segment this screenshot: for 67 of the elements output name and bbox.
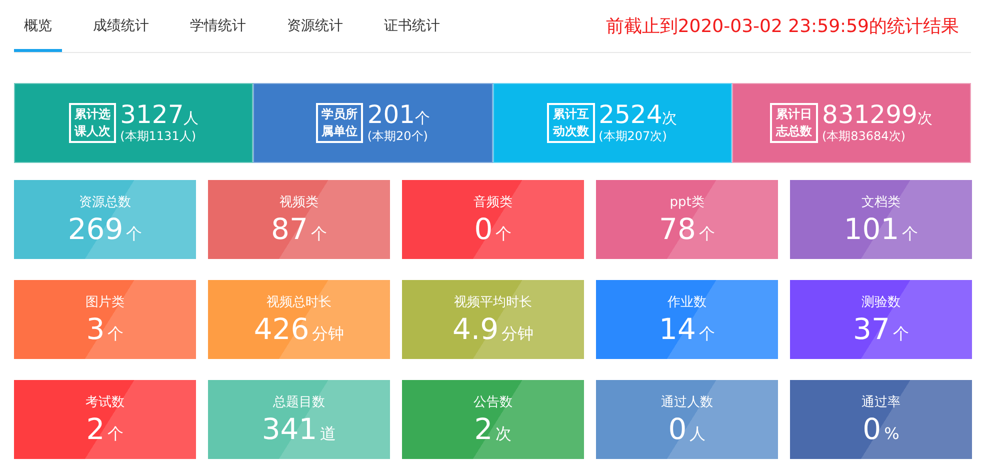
- summary-label: 累计互动次数: [547, 102, 595, 144]
- stat-label: 通过人数: [661, 394, 713, 411]
- tab[interactable]: 证书统计: [374, 0, 450, 52]
- stat-value: 269: [68, 212, 124, 246]
- stat-unit: 个: [108, 424, 124, 445]
- stat-label: 视频平均时长: [454, 294, 532, 311]
- stat-unit: 个: [108, 324, 124, 345]
- summary-unit: 个: [415, 108, 430, 128]
- stat-label: 作业数: [668, 294, 706, 311]
- summary-value: 2524: [598, 100, 662, 128]
- stat-value: 101: [844, 212, 900, 246]
- stat-unit: 人: [690, 424, 706, 445]
- stat-label: 音频类: [474, 194, 512, 211]
- tab[interactable]: 成绩统计: [83, 0, 159, 52]
- stat-value: 14: [659, 312, 696, 346]
- stat-value: 87: [271, 212, 308, 246]
- stat-label: 公告数: [474, 394, 512, 411]
- summary-unit: 次: [917, 108, 932, 128]
- stat-unit: 个: [698, 324, 715, 345]
- stat-value: 3: [86, 312, 105, 346]
- period-count: (本期20个): [367, 128, 429, 146]
- summary-label: 累计选课人次: [68, 102, 116, 144]
- stat-label: 考试数: [86, 394, 124, 411]
- tab[interactable]: 学情统计: [180, 0, 256, 52]
- stat-unit: 个: [902, 224, 918, 245]
- summary-label: 累计日志总数: [770, 102, 818, 144]
- stat-label: 资源总数: [79, 194, 131, 211]
- stat-unit: 分钟: [502, 324, 534, 345]
- stat-value: 78: [659, 212, 696, 246]
- stat-unit: 分钟: [312, 324, 344, 345]
- summary-value: 831299: [822, 100, 918, 128]
- period-count: (本期83684次): [822, 128, 906, 146]
- stat-value: 0: [668, 412, 687, 446]
- period-count: (本期1131人): [120, 128, 198, 146]
- stat-label: 视频总时长: [266, 294, 332, 311]
- summary-value: 3127: [120, 100, 184, 128]
- summary-label: 学员所属单位: [316, 102, 364, 144]
- stat-label: 文档类: [862, 194, 900, 211]
- stat-unit: 个: [496, 224, 512, 245]
- stat-value: 0: [862, 412, 882, 446]
- summary-unit: 人: [184, 108, 199, 128]
- stat-value: 2: [474, 412, 493, 446]
- stat-value: 4.9: [452, 312, 499, 346]
- tab[interactable]: 资源统计: [277, 0, 353, 52]
- stat-label: ppt类: [670, 194, 704, 211]
- stat-unit: 次: [496, 424, 512, 445]
- stat-label: 通过率: [862, 394, 900, 411]
- stat-label: 总题目数: [273, 394, 325, 411]
- stat-label: 视频类: [280, 194, 318, 211]
- stat-value: 0: [474, 212, 493, 246]
- stat-unit: %: [884, 424, 900, 443]
- stat-value: 426: [254, 312, 310, 346]
- stat-unit: 个: [698, 224, 715, 245]
- summary-unit: 次: [662, 108, 678, 128]
- stat-value: 2: [86, 412, 105, 446]
- stat-unit: 个: [892, 324, 909, 345]
- stat-label: 图片类: [86, 294, 124, 311]
- stat-value: 37: [853, 312, 890, 346]
- stat-value: 341: [262, 412, 318, 446]
- stat-label: 测验数: [862, 294, 900, 311]
- tab[interactable]: 概览: [14, 0, 62, 52]
- stat-unit: 个: [126, 224, 142, 245]
- period-count: (本期207次): [598, 128, 668, 146]
- headline: 前截止到2020-03-02 23:59:59的统计结果: [606, 15, 959, 38]
- stat-unit: 个: [310, 224, 327, 245]
- stat-unit: 道: [320, 424, 336, 445]
- summary-value: 201: [367, 100, 416, 128]
